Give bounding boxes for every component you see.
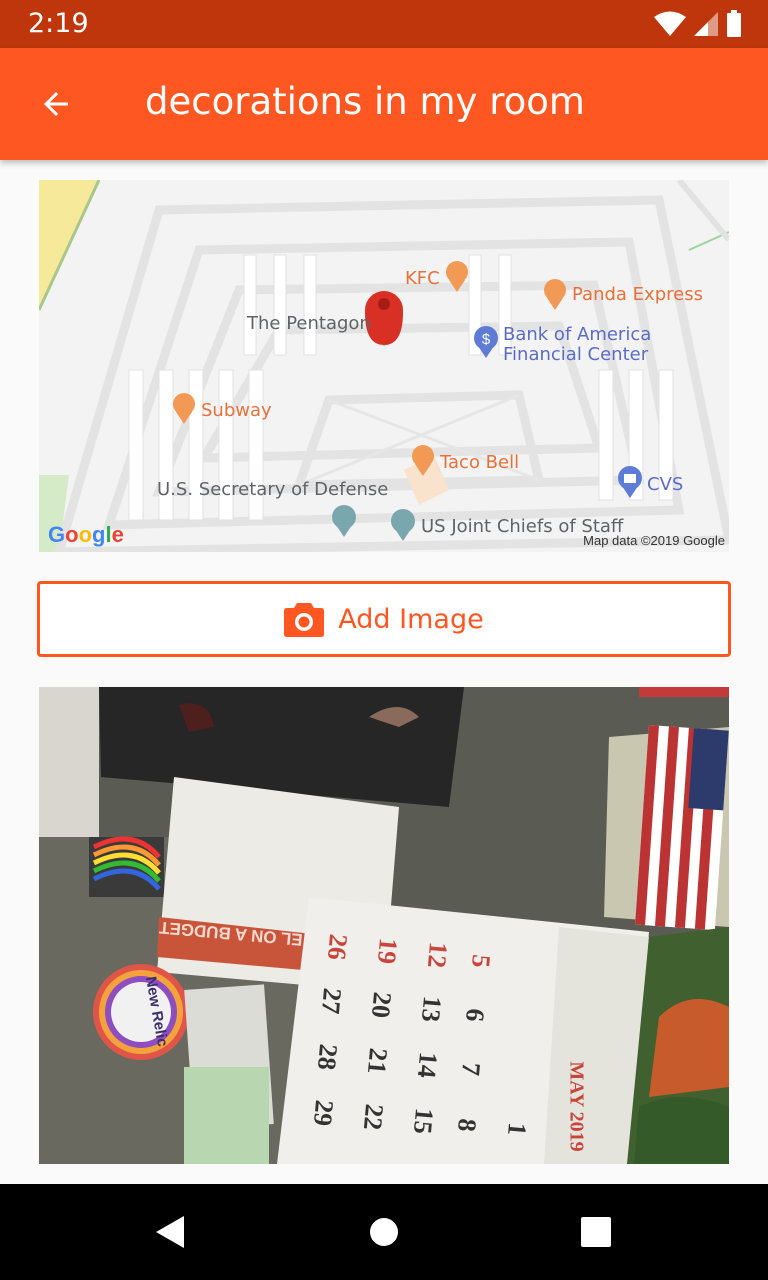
nav-home-button[interactable] <box>364 1212 404 1252</box>
nav-recents-button[interactable] <box>576 1212 616 1252</box>
app-bar: decorations in my room <box>0 48 768 160</box>
calendar-day: 15 <box>407 1106 440 1136</box>
status-bar: 2:19 <box>0 0 768 48</box>
status-icons <box>654 10 742 38</box>
camera-icon <box>284 603 325 637</box>
photo-scene <box>39 687 729 1164</box>
calendar-day: 26 <box>321 932 354 962</box>
status-time: 2:19 <box>28 8 89 39</box>
arrow-back-icon <box>44 92 68 116</box>
calendar-month: MAY 2019 <box>565 1061 588 1152</box>
map-attribution: Map data ©2019 Google <box>583 533 725 548</box>
calendar-day: 27 <box>315 986 348 1016</box>
map-label-panda: Panda Express <box>572 284 703 305</box>
calendar-day: 20 <box>365 990 398 1020</box>
calendar-day: 5 <box>465 953 497 969</box>
calendar-day: 21 <box>361 1046 394 1076</box>
add-image-button[interactable]: Add Image <box>37 581 731 657</box>
back-button[interactable] <box>30 78 82 130</box>
nav-back-button[interactable] <box>150 1212 190 1252</box>
calendar-day: 29 <box>307 1098 340 1128</box>
nav-back-icon <box>156 1216 184 1248</box>
add-image-label: Add Image <box>338 603 484 635</box>
map-label-boa-1: Bank of America <box>503 324 652 345</box>
map-label-kfc: KFC <box>405 268 440 289</box>
wifi-icon <box>654 11 686 36</box>
calendar-day: 28 <box>311 1042 344 1072</box>
room-photo: EL ON A BUDGET New Relic MAY 2019 26 19 … <box>39 687 729 1164</box>
calendar-day: 7 <box>455 1061 487 1077</box>
battery-icon <box>727 10 741 37</box>
map-label-boa-2: Financial Center <box>503 344 649 365</box>
calendar-day: 22 <box>357 1102 390 1132</box>
location-map[interactable]: $ KFC Panda Express The Pentagon Bank of… <box>39 180 729 552</box>
nav-home-icon <box>370 1218 398 1246</box>
map-label-subway: Subway <box>201 400 272 421</box>
nav-recents-icon <box>581 1217 611 1247</box>
signal-icon <box>694 12 718 36</box>
google-logo: Google <box>48 522 124 547</box>
map-label-cvs: CVS <box>647 474 684 495</box>
svg-text:$: $ <box>482 331 491 348</box>
calendar-day: 8 <box>451 1117 483 1133</box>
navigation-bar <box>0 1184 768 1280</box>
calendar-day: 19 <box>371 936 404 966</box>
map-label-secdef: U.S. Secretary of Defense <box>157 479 389 500</box>
calendar-day: 14 <box>411 1050 444 1080</box>
calendar-day: 6 <box>459 1007 491 1023</box>
calendar-day: 13 <box>415 994 448 1024</box>
map-label-pentagon: The Pentagon <box>247 313 371 334</box>
page-title: decorations in my room <box>145 80 585 123</box>
pride-sticker <box>89 836 164 897</box>
us-flag <box>635 725 729 931</box>
calendar-day: 1 <box>501 1121 533 1137</box>
map-label-tacobell: Taco Bell <box>440 452 520 473</box>
calendar-day: 12 <box>421 940 454 970</box>
